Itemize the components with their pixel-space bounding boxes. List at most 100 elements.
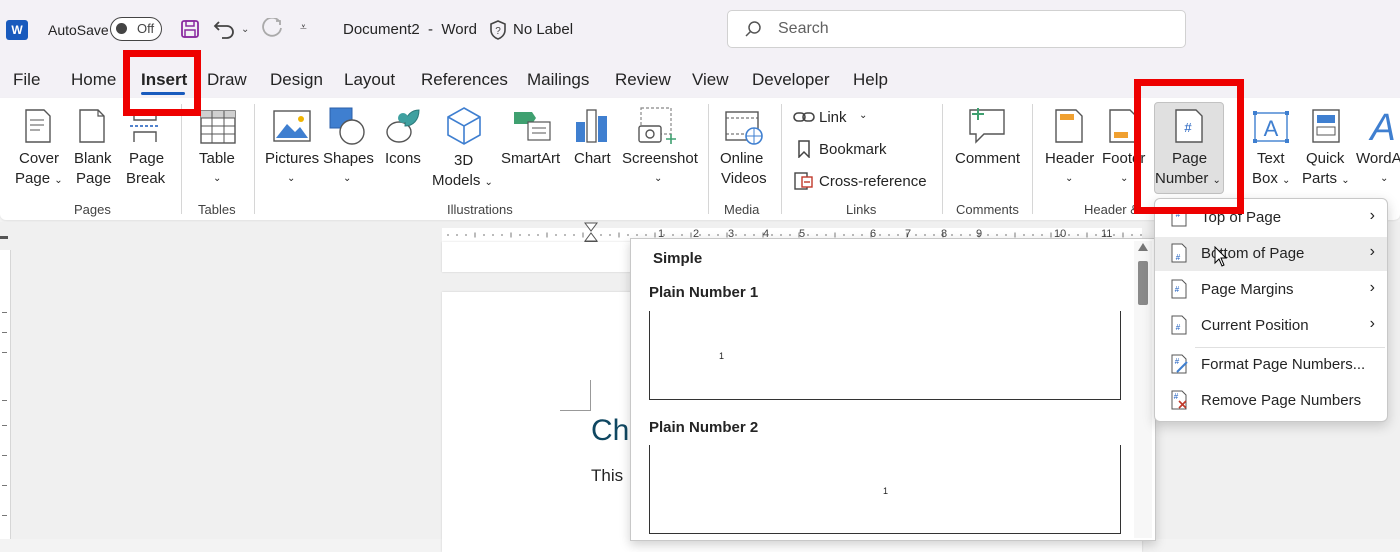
text-box-icon[interactable]: A xyxy=(1252,110,1292,149)
shapes-icon[interactable] xyxy=(328,106,368,151)
undo-dropdown-icon[interactable]: ⌄ xyxy=(241,24,249,35)
tab-home[interactable]: Home xyxy=(71,70,116,90)
online-videos-icon[interactable] xyxy=(724,110,764,151)
cross-reference-icon[interactable] xyxy=(794,172,814,195)
online-videos-label-1[interactable]: Online xyxy=(720,149,763,169)
menu-item-bottom-of-page[interactable]: # Bottom of Page › xyxy=(1155,237,1387,271)
ruler-corner xyxy=(0,236,8,239)
menu-item-page-margins[interactable]: # Page Margins › xyxy=(1155,273,1387,307)
table-label[interactable]: Table xyxy=(199,149,235,169)
menu-item-remove-page-numbers[interactable]: # Remove Page Numbers xyxy=(1155,384,1387,418)
customize-toolbar-icon[interactable]: ⩡ xyxy=(300,20,307,35)
3d-models-icon[interactable] xyxy=(446,106,482,151)
quick-parts-label-2[interactable]: Parts ⌄ xyxy=(1302,169,1350,191)
shapes-label[interactable]: Shapes xyxy=(323,149,374,169)
chart-icon[interactable] xyxy=(574,106,610,149)
header-icon[interactable] xyxy=(1054,108,1084,149)
page-break-label-1[interactable]: Page xyxy=(129,149,164,169)
autosave-label: AutoSave xyxy=(48,22,109,38)
quick-parts-label-1[interactable]: Quick xyxy=(1306,149,1344,169)
table-icon[interactable] xyxy=(200,110,236,149)
undo-icon[interactable] xyxy=(213,18,237,45)
3d-models-label-1[interactable]: 3D xyxy=(454,151,473,171)
quick-parts-icon[interactable] xyxy=(1311,108,1341,149)
cross-reference-label[interactable]: Cross-reference xyxy=(819,172,927,192)
document-heading[interactable]: Ch xyxy=(591,414,629,448)
blank-page-label-2[interactable]: Page xyxy=(76,169,111,189)
tab-review[interactable]: Review xyxy=(615,70,671,90)
scrollbar-thumb[interactable] xyxy=(1138,261,1148,305)
search-placeholder: Search xyxy=(778,20,829,37)
shield-icon[interactable]: ? xyxy=(488,19,508,46)
gallery-scrollbar[interactable] xyxy=(1134,241,1152,538)
cover-page-label-2[interactable]: Page ⌄ xyxy=(15,169,63,191)
smartart-icon[interactable] xyxy=(512,108,552,147)
screenshot-icon[interactable] xyxy=(637,106,679,151)
bookmark-icon[interactable] xyxy=(797,140,811,163)
header-dropdown-icon[interactable]: ⌄ xyxy=(1065,169,1073,189)
screenshot-label[interactable]: Screenshot xyxy=(622,149,698,169)
smartart-label[interactable]: SmartArt xyxy=(501,149,560,169)
wordart-dropdown-icon[interactable]: ⌄ xyxy=(1380,169,1388,189)
autosave-toggle[interactable]: Off xyxy=(110,17,162,41)
3d-models-label-2[interactable]: Models ⌄ xyxy=(432,171,493,193)
page-number-icon: # xyxy=(1171,279,1187,304)
tab-help[interactable]: Help xyxy=(853,70,888,90)
pictures-label[interactable]: Pictures xyxy=(265,149,319,169)
document-title: Document2 - Word xyxy=(343,21,477,38)
svg-text:#: # xyxy=(1175,357,1180,366)
tab-design[interactable]: Design xyxy=(270,70,323,90)
pictures-dropdown-icon[interactable]: ⌄ xyxy=(287,169,295,189)
vertical-ruler xyxy=(0,250,11,539)
link-label[interactable]: Link xyxy=(819,108,847,128)
tab-file[interactable]: File xyxy=(13,70,40,90)
chevron-right-icon: › xyxy=(1369,279,1375,296)
separator xyxy=(781,104,782,214)
text-box-label-1[interactable]: Text xyxy=(1257,149,1285,169)
blank-page-label-1[interactable]: Blank xyxy=(74,149,112,169)
scroll-up-icon[interactable] xyxy=(1138,243,1148,251)
svg-text:#: # xyxy=(1174,392,1179,401)
redo-icon[interactable] xyxy=(261,16,285,47)
footer-dropdown-icon[interactable]: ⌄ xyxy=(1120,169,1128,189)
icons-icon[interactable] xyxy=(385,106,421,151)
highlight-insert-tab xyxy=(123,50,201,116)
wordart-icon[interactable]: A xyxy=(1366,106,1400,151)
gallery-item-plain-number-1[interactable]: 1 xyxy=(649,311,1121,400)
pictures-icon[interactable] xyxy=(273,110,311,147)
online-videos-label-2[interactable]: Videos xyxy=(721,169,767,189)
sensitivity-label[interactable]: No Label xyxy=(513,21,573,38)
gallery-item-label-2: Plain Number 2 xyxy=(649,419,759,436)
tab-view[interactable]: View xyxy=(692,70,729,90)
tab-references[interactable]: References xyxy=(421,70,508,90)
menu-item-format-page-numbers[interactable]: # Format Page Numbers... xyxy=(1155,348,1387,382)
bookmark-label[interactable]: Bookmark xyxy=(819,140,887,160)
document-body-text[interactable]: This xyxy=(591,466,623,486)
link-icon[interactable] xyxy=(793,110,815,129)
tab-developer[interactable]: Developer xyxy=(752,70,830,90)
svg-text:A: A xyxy=(1368,107,1395,146)
tab-mailings[interactable]: Mailings xyxy=(527,70,589,90)
cover-page-label-1[interactable]: Cover xyxy=(19,149,59,169)
blank-page-icon[interactable] xyxy=(78,108,106,149)
icons-label[interactable]: Icons xyxy=(385,149,421,169)
chart-label[interactable]: Chart xyxy=(574,149,611,169)
screenshot-dropdown-icon[interactable]: ⌄ xyxy=(654,169,662,189)
page-break-label-2[interactable]: Break xyxy=(126,169,165,189)
menu-item-current-position[interactable]: # Current Position › xyxy=(1155,309,1387,343)
svg-text:A: A xyxy=(1264,116,1279,141)
link-dropdown-icon[interactable]: ⌄ xyxy=(859,106,867,126)
gallery-item-plain-number-2[interactable]: 1 xyxy=(649,445,1121,534)
shapes-dropdown-icon[interactable]: ⌄ xyxy=(343,169,351,189)
save-icon[interactable] xyxy=(180,19,200,44)
comment-label[interactable]: Comment xyxy=(955,149,1020,169)
text-box-label-2[interactable]: Box ⌄ xyxy=(1252,169,1290,191)
search-box[interactable]: Search xyxy=(727,10,1186,48)
header-label[interactable]: Header xyxy=(1045,149,1094,169)
wordart-label[interactable]: WordA xyxy=(1356,149,1400,169)
table-dropdown-icon[interactable]: ⌄ xyxy=(213,169,221,189)
cover-page-icon[interactable] xyxy=(24,108,52,149)
tab-layout[interactable]: Layout xyxy=(344,70,395,90)
comment-icon[interactable] xyxy=(966,106,1008,151)
tab-draw[interactable]: Draw xyxy=(207,70,247,90)
